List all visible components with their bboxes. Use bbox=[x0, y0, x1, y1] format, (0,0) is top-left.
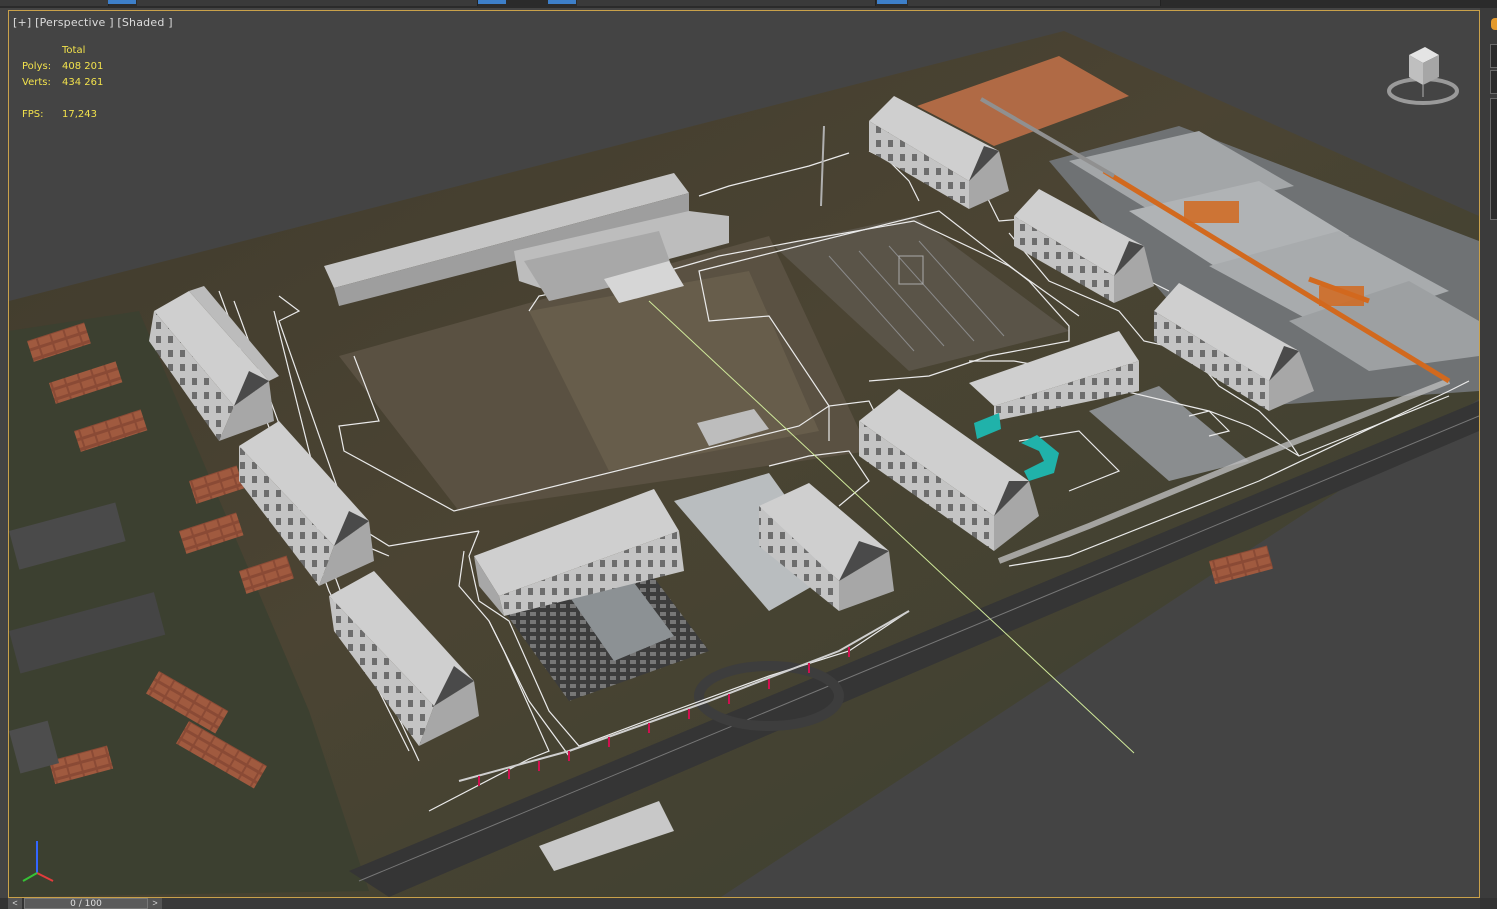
panel-orange-icon[interactable] bbox=[1491, 18, 1497, 30]
main-toolbar-strip bbox=[0, 0, 1497, 8]
stats-fps-value: 17,243 bbox=[62, 109, 97, 120]
stats-header: Total bbox=[62, 45, 86, 56]
toolbar-segment[interactable] bbox=[908, 0, 1161, 6]
time-slider-thumb[interactable]: 0 / 100 bbox=[24, 898, 148, 909]
toolbar-active-tab[interactable] bbox=[478, 0, 506, 4]
panel-tab-button[interactable] bbox=[1490, 44, 1497, 68]
command-panel-edge bbox=[1480, 8, 1497, 898]
panel-scrollbar[interactable] bbox=[1490, 98, 1497, 220]
toolbar-segment[interactable] bbox=[0, 0, 109, 6]
time-slider-bar: < 0 / 100 > bbox=[0, 898, 1497, 909]
stats-polys-label: Polys: bbox=[22, 61, 52, 72]
viewport-label[interactable]: [+] [Perspective ] [Shaded ] bbox=[13, 16, 173, 29]
toolbar-segment[interactable] bbox=[577, 0, 876, 6]
time-slider-next-button[interactable]: > bbox=[148, 898, 162, 909]
time-slider-track[interactable] bbox=[162, 898, 1480, 909]
toolbar-active-tab[interactable] bbox=[548, 0, 576, 4]
toolbar-segment[interactable] bbox=[137, 0, 478, 6]
stats-fps-label: FPS: bbox=[22, 109, 44, 120]
panel-tab-button[interactable] bbox=[1490, 70, 1497, 94]
axis-gizmo-icon bbox=[22, 841, 54, 882]
stats-polys-value: 408 201 bbox=[62, 61, 104, 72]
time-slider-prev-button[interactable]: < bbox=[8, 898, 22, 909]
toolbar-active-tab[interactable] bbox=[108, 0, 136, 4]
toolbar-active-tab[interactable] bbox=[877, 0, 907, 4]
viewcube-icon[interactable] bbox=[1385, 41, 1461, 109]
scene-canvas[interactable] bbox=[9, 11, 1479, 897]
stats-verts-label: Verts: bbox=[22, 77, 51, 88]
perspective-viewport[interactable]: [+] [Perspective ] [Shaded ] Total Polys… bbox=[8, 10, 1480, 898]
3ds-max-window: [+] [Perspective ] [Shaded ] Total Polys… bbox=[0, 0, 1497, 909]
stats-verts-value: 434 261 bbox=[62, 77, 104, 88]
